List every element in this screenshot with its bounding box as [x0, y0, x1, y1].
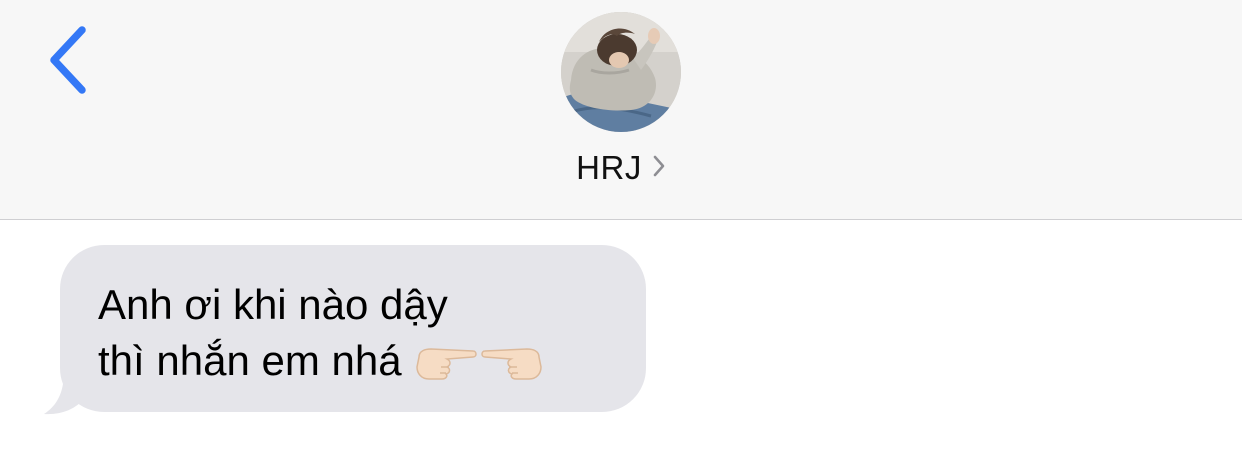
message-line: thì nhắn em nhá: [98, 337, 402, 384]
conversation-header: HRJ: [0, 0, 1242, 220]
messages-conversation-screen: HRJ Anh ơi khi nào dậy thì nhắn em nhá: [0, 0, 1242, 455]
contact-name-button[interactable]: HRJ: [540, 146, 702, 190]
contact-photo: [561, 12, 681, 132]
message-thread: Anh ơi khi nào dậy thì nhắn em nhá: [0, 220, 1242, 455]
message-line: Anh ơi khi nào dậy: [98, 281, 448, 328]
back-button[interactable]: [40, 22, 100, 98]
incoming-message[interactable]: Anh ơi khi nào dậy thì nhắn em nhá: [44, 245, 650, 415]
avatar[interactable]: [561, 12, 681, 132]
message-line-with-emoji: thì nhắn em nhá: [98, 333, 616, 395]
chevron-left-icon: [50, 26, 86, 94]
pointing-left-hand-icon: [479, 339, 545, 395]
contact-name: HRJ: [576, 149, 642, 186]
chevron-right-icon: [652, 154, 666, 183]
pointing-right-hand-icon: [413, 339, 479, 395]
message-bubble: Anh ơi khi nào dậy thì nhắn em nhá: [60, 245, 646, 412]
